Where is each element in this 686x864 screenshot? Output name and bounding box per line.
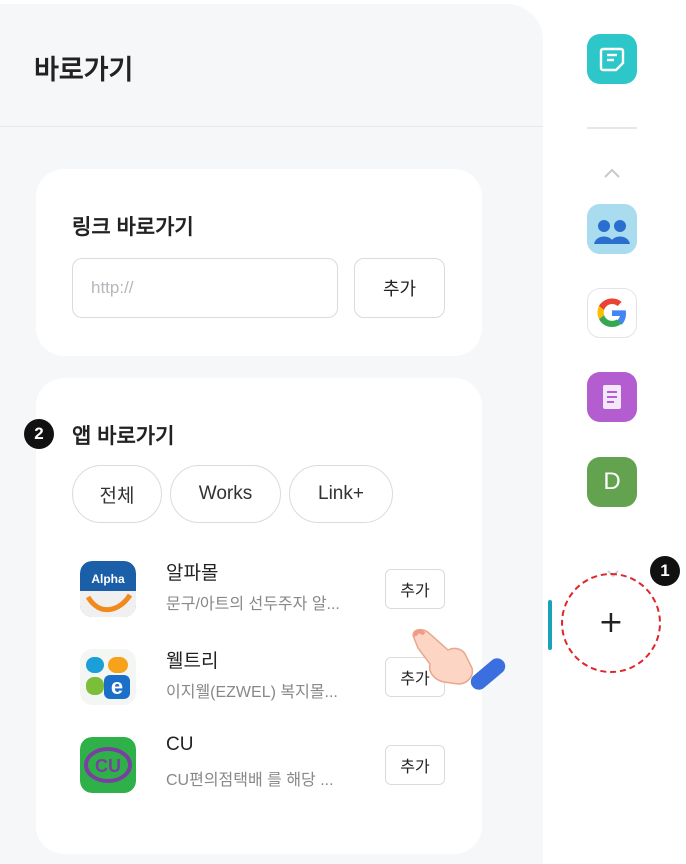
pointing-hand-icon [408,624,508,704]
chevron-up-icon[interactable] [602,166,622,180]
people-app-icon[interactable] [587,204,637,254]
svg-text:Alpha: Alpha [91,572,125,586]
step-2-badge: 2 [24,419,54,449]
tab-link-plus[interactable]: Link+ [289,465,393,523]
app-name: 알파몰 [166,563,219,584]
app-list-item-welltree: e 웰트리 이지웰(EZWEL) 복지몰... 추가 [80,642,450,712]
app-shortcut-title: 앱 바로가기 [72,425,175,448]
app-description: CU편의점택배 를 해당 ... [166,772,334,789]
svg-text:e: e [111,674,123,699]
d-app-icon[interactable]: D [587,457,637,507]
shortcut-panel: 바로가기 링크 바로가기 추가 2 앱 바로가기 전체 Works Link+ … [0,4,543,864]
add-link-button[interactable]: 추가 [354,258,445,318]
app-name: CU [166,734,194,755]
url-input[interactable] [72,258,338,318]
app-list-item-cu: CU CU CU편의점택배 를 해당 ... 추가 [80,730,450,800]
document-app-icon[interactable] [587,372,637,422]
app-list-item-alphamall: Alpha 알파몰 문구/아트의 선두주자 알... 추가 [80,554,450,624]
app-shortcut-card: 2 앱 바로가기 전체 Works Link+ Alpha 알파몰 문구/아트의… [24,378,482,854]
cu-app-icon: CU [80,737,136,793]
add-shortcut-button[interactable]: + [561,573,661,673]
plus-icon: + [598,605,624,640]
google-app-icon[interactable] [587,288,637,338]
shortcut-rail: D + 1 [543,0,686,858]
svg-text:CU: CU [95,756,121,776]
alphamall-app-icon: Alpha [80,561,136,617]
active-indicator [548,600,552,650]
rail-divider [587,127,637,129]
welltree-app-icon: e [80,649,136,705]
app-name: 웰트리 [166,651,219,672]
tab-works[interactable]: Works [170,465,281,523]
app-description: 이지웰(EZWEL) 복지몰... [166,684,338,701]
add-app-button[interactable]: 추가 [385,745,445,785]
tab-all[interactable]: 전체 [72,465,162,523]
link-shortcut-title: 링크 바로가기 [72,216,194,239]
panel-title: 바로가기 [34,55,134,85]
memo-app-icon[interactable] [587,34,637,84]
add-app-button[interactable]: 추가 [385,569,445,609]
panel-header: 바로가기 [0,4,543,127]
link-shortcut-card: 링크 바로가기 추가 [36,169,482,356]
step-1-badge: 1 [650,556,680,586]
app-description: 문구/아트의 선두주자 알... [166,596,340,613]
app-category-tabs: 전체 Works Link+ [72,465,393,523]
